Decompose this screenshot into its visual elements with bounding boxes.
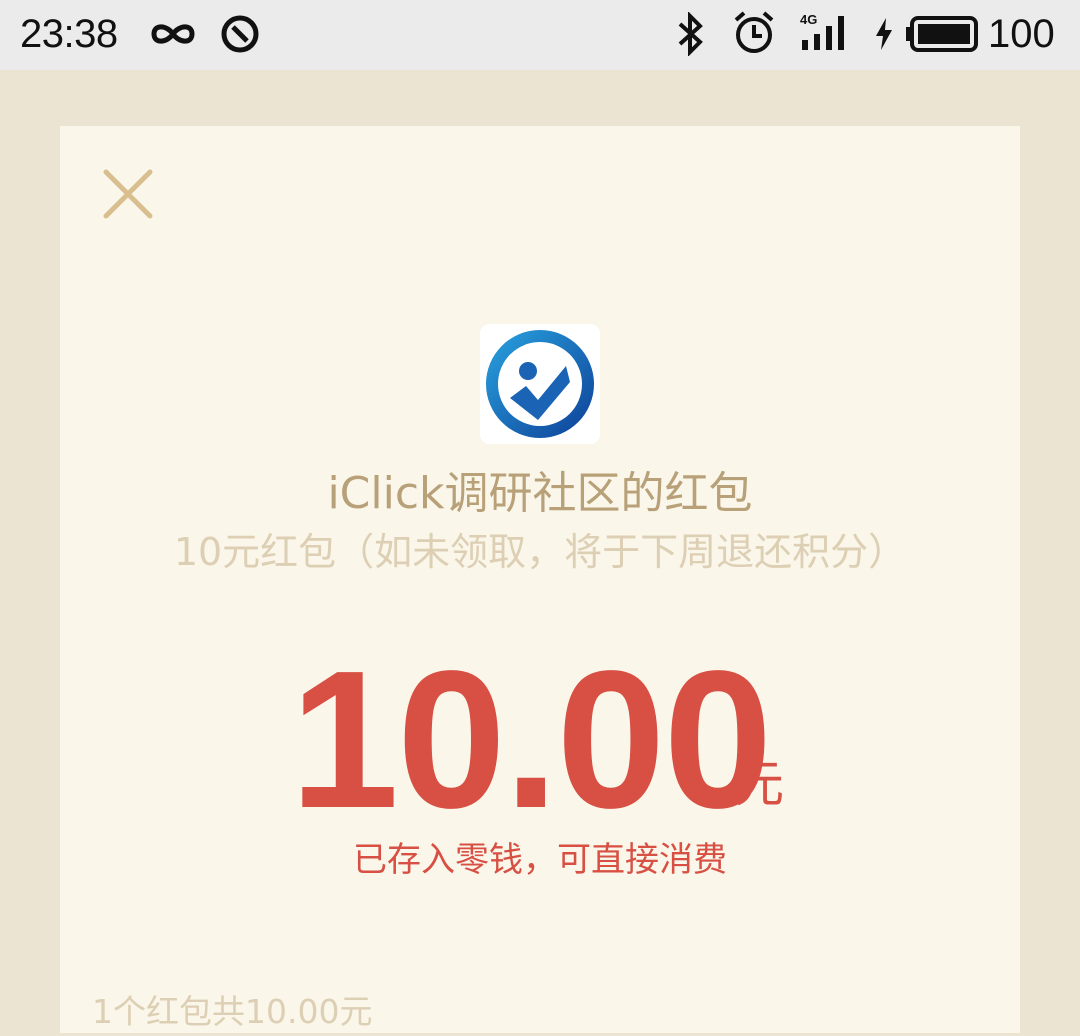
- svg-text:4G: 4G: [800, 12, 817, 27]
- close-icon: [98, 169, 158, 228]
- received-amount: 10.00: [290, 630, 772, 849]
- red-packet-summary: 1个红包共10.00元: [92, 992, 373, 1031]
- status-bar: 23:38 4G 100: [0, 0, 1080, 70]
- alarm-icon: [732, 10, 776, 60]
- charging-icon: [874, 18, 894, 54]
- compass-icon: [220, 14, 260, 58]
- battery-icon: [906, 14, 980, 58]
- close-button[interactable]: [98, 164, 158, 224]
- bluetooth-icon: [674, 11, 706, 60]
- red-packet-greeting: 10元红包（如未领取，将于下周退还积分）: [173, 530, 907, 574]
- infinity-icon: [148, 16, 198, 56]
- amount-unit: 元: [734, 755, 784, 813]
- status-time: 23:38: [20, 12, 118, 56]
- amount-block: 10.00 元: [290, 630, 830, 849]
- battery-percentage: 100: [988, 12, 1055, 56]
- sender-avatar: [480, 324, 600, 444]
- iclick-logo-icon: [480, 330, 600, 448]
- sender-name: iClick调研社区的红包: [327, 468, 753, 519]
- signal-icon: 4G: [800, 10, 852, 58]
- deposit-note[interactable]: 已存入零钱，可直接消费: [0, 836, 1080, 884]
- red-packet-card: [60, 126, 1020, 1033]
